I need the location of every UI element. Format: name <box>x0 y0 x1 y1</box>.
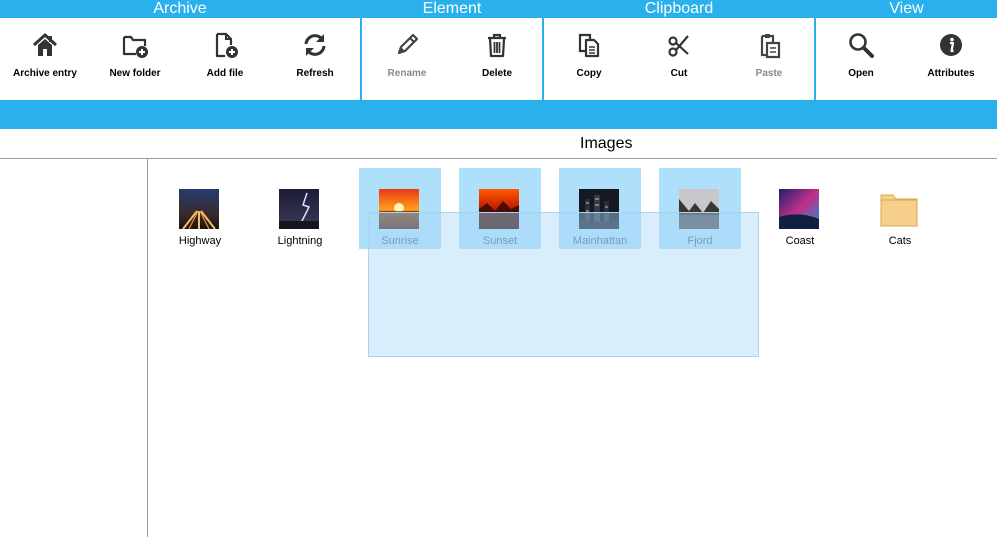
home-icon <box>32 33 58 56</box>
folder-title-bar: Images <box>0 129 997 159</box>
cut-button[interactable]: Cut <box>634 18 724 100</box>
file-item-coast[interactable]: Coast <box>759 168 841 249</box>
file-item-sunrise[interactable]: Sunrise <box>359 168 441 249</box>
file-item-mainhattan[interactable]: Mainhattan <box>559 168 641 249</box>
pencil-icon <box>397 33 419 55</box>
group-title-view: View <box>889 0 924 17</box>
refresh-icon <box>304 34 326 56</box>
info-icon <box>940 34 962 56</box>
paste-icon <box>760 34 781 59</box>
image-thumbnail <box>479 189 519 229</box>
ribbon: Archive Archive entry New folder Add fil… <box>0 0 997 129</box>
group-title-clipboard: Clipboard <box>644 0 714 17</box>
group-archive: Archive Archive entry New folder Add fil… <box>0 0 360 100</box>
group-title-element: Element <box>422 0 482 17</box>
new-folder-icon <box>122 35 148 58</box>
folder-item-cats[interactable]: Cats <box>859 168 941 249</box>
image-thumbnail <box>179 189 219 229</box>
archive-entry-button[interactable]: Archive entry <box>0 18 90 100</box>
folder-tree-pane[interactable] <box>0 159 148 537</box>
new-folder-button[interactable]: New folder <box>90 18 180 100</box>
image-thumbnail <box>279 189 319 229</box>
delete-button[interactable]: Delete <box>452 18 542 100</box>
trash-icon <box>488 33 506 58</box>
rename-button[interactable]: Rename <box>362 18 452 100</box>
paste-button[interactable]: Paste <box>724 18 814 100</box>
add-file-button[interactable]: Add file <box>180 18 270 100</box>
copy-icon <box>578 33 600 58</box>
file-item-fjord[interactable]: Fjord <box>659 168 741 249</box>
image-thumbnail <box>679 189 719 229</box>
image-thumbnail <box>579 189 619 229</box>
folder-icon <box>880 194 918 227</box>
copy-button[interactable]: Copy <box>544 18 634 100</box>
scissors-icon <box>668 35 689 57</box>
image-thumbnail <box>779 189 819 229</box>
group-view: View Open Attributes <box>816 0 997 100</box>
open-button[interactable]: Open <box>816 18 906 100</box>
group-title-archive: Archive <box>153 0 207 17</box>
refresh-button[interactable]: Refresh <box>270 18 360 100</box>
group-element: Element Rename Delete <box>362 0 542 100</box>
magnifier-icon <box>849 33 874 58</box>
file-item-lightning[interactable]: Lightning <box>259 168 341 249</box>
image-thumbnail <box>379 189 419 229</box>
add-file-icon <box>215 32 238 58</box>
group-clipboard: Clipboard Copy Cut Paste <box>544 0 814 100</box>
file-item-sunset[interactable]: Sunset <box>459 168 541 249</box>
folder-title: Images <box>580 135 633 152</box>
attributes-button[interactable]: Attributes <box>906 18 996 100</box>
file-item-highway[interactable]: Highway <box>159 168 241 249</box>
